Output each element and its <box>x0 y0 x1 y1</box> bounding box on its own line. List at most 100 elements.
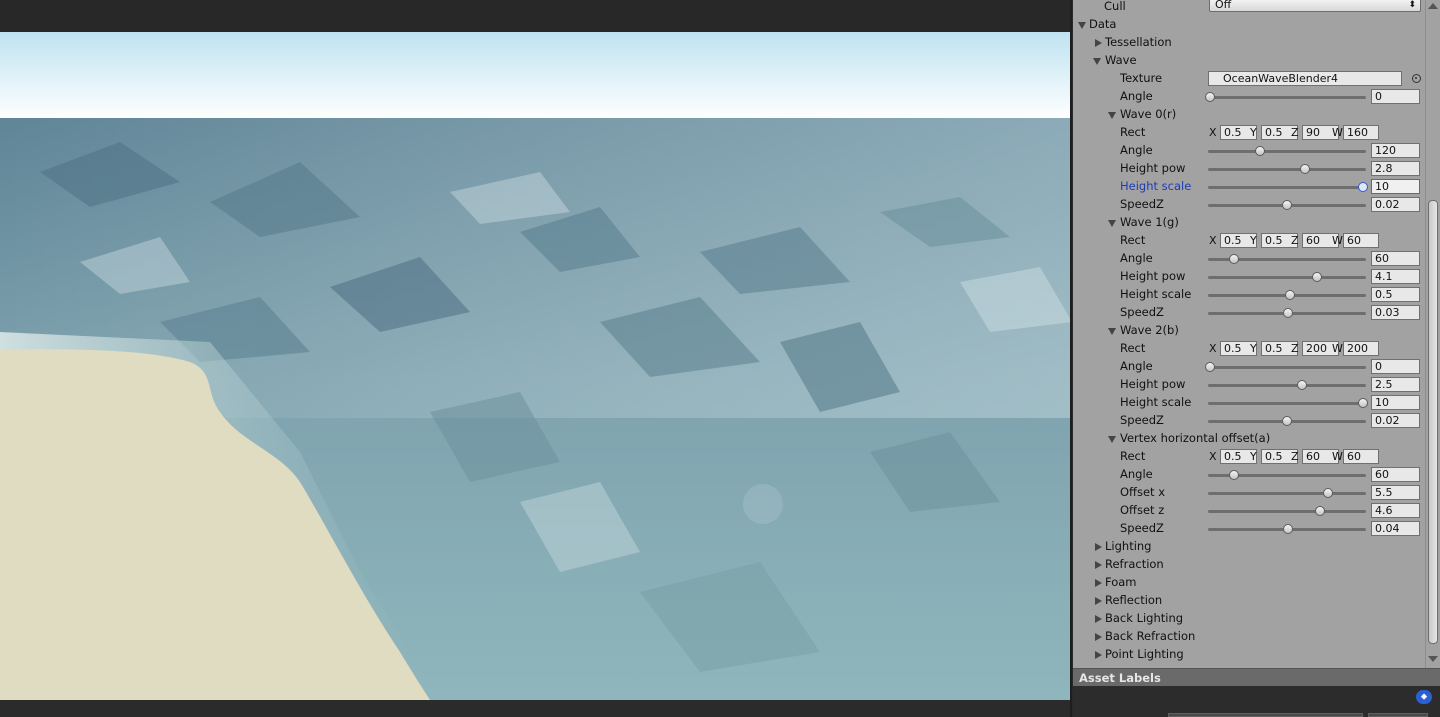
speedz-value-field[interactable]: 0.04 <box>1371 521 1420 536</box>
wave-group-foldout[interactable]: Wave 2(b) <box>1073 322 1425 340</box>
rect-w-field[interactable]: 60 <box>1343 233 1379 248</box>
scroll-up-arrow-icon[interactable] <box>1428 3 1438 9</box>
data-label: Data <box>1089 17 1117 31</box>
speedz-slider-knob[interactable] <box>1281 416 1292 426</box>
object-picker-icon[interactable] <box>1412 74 1421 83</box>
wave-foldout[interactable]: Wave <box>1073 52 1425 70</box>
scene-status-bar <box>0 700 1072 717</box>
speedz-value-field[interactable]: 0.02 <box>1371 413 1420 428</box>
height-pow-label: Height pow <box>1120 377 1186 391</box>
height-pow-slider-track[interactable] <box>1208 168 1366 171</box>
asset-bundle-field[interactable] <box>1168 713 1363 717</box>
back-lighting-foldout[interactable]: Back Lighting <box>1073 610 1425 628</box>
rect-w-field[interactable]: 60 <box>1343 449 1379 464</box>
back-refraction-foldout[interactable]: Back Refraction <box>1073 628 1425 646</box>
offset-x-value-field[interactable]: 5.5 <box>1371 485 1420 500</box>
height-scale-value-field[interactable]: 10 <box>1371 179 1420 194</box>
angle-value-field[interactable]: 60 <box>1371 251 1420 266</box>
rect-y-axis-label: Y <box>1250 342 1257 355</box>
height-scale-value-field[interactable]: 10 <box>1371 395 1420 410</box>
panel-divider[interactable] <box>1070 0 1072 717</box>
angle-slider-knob[interactable] <box>1229 470 1240 480</box>
foldout-expanded-icon <box>1108 112 1116 119</box>
height-scale-value-field[interactable]: 0.5 <box>1371 287 1420 302</box>
height-scale-label: Height scale <box>1120 287 1192 301</box>
foldout-expanded-icon <box>1108 328 1116 335</box>
speedz-slider-knob[interactable] <box>1283 308 1294 318</box>
speedz-value-field[interactable]: 0.03 <box>1371 305 1420 320</box>
angle-slider-knob[interactable] <box>1255 146 1266 156</box>
height-pow-slider-knob[interactable] <box>1299 164 1310 174</box>
foam-label: Foam <box>1105 575 1137 589</box>
texture-label: Texture <box>1120 71 1163 85</box>
speedz-slider-knob[interactable] <box>1281 200 1292 210</box>
height-scale-slider-knob[interactable] <box>1358 182 1368 192</box>
texture-field[interactable]: OceanWaveBlender4 <box>1208 71 1402 86</box>
refraction-foldout[interactable]: Refraction <box>1073 556 1425 574</box>
angle-slider-track[interactable] <box>1208 366 1366 369</box>
scene-viewport[interactable] <box>0 0 1072 717</box>
height-pow-slider-knob[interactable] <box>1312 272 1323 282</box>
rect-x-axis-label: X <box>1209 234 1217 247</box>
offset-x-slider-knob[interactable] <box>1322 488 1333 498</box>
ocean-render[interactable] <box>0 32 1072 700</box>
rect-w-field[interactable]: 200 <box>1343 341 1379 356</box>
speedz-row: SpeedZ 0.02 <box>1073 412 1425 430</box>
tessellation-foldout[interactable]: Tessellation <box>1073 34 1425 52</box>
height-pow-value-field[interactable]: 2.8 <box>1371 161 1420 176</box>
foldout-collapsed-icon <box>1095 579 1102 587</box>
inspector-scrollbar[interactable] <box>1425 0 1440 668</box>
tag-icon[interactable]: ⬥ <box>1416 690 1432 704</box>
data-foldout[interactable]: Data <box>1073 16 1425 34</box>
rect-w-axis-label: W <box>1332 450 1343 463</box>
speedz-slider-knob[interactable] <box>1283 524 1294 534</box>
angle-slider-knob[interactable] <box>1205 362 1215 372</box>
offset-z-label: Offset z <box>1120 503 1165 517</box>
angle-value-field[interactable]: 60 <box>1371 467 1420 482</box>
height-pow-slider-track[interactable] <box>1208 276 1366 279</box>
point-lighting-foldout[interactable]: Point Lighting <box>1073 646 1425 664</box>
angle-slider-track[interactable] <box>1208 96 1366 99</box>
height-pow-value-field[interactable]: 4.1 <box>1371 269 1420 284</box>
height-scale-row: Height scale 0.5 <box>1073 286 1425 304</box>
angle-label: Angle <box>1120 251 1153 265</box>
foam-foldout[interactable]: Foam <box>1073 574 1425 592</box>
wave-group-foldout[interactable]: Wave 1(g) <box>1073 214 1425 232</box>
wave-group-foldout[interactable]: Vertex horizontal offset(a) <box>1073 430 1425 448</box>
wave-label: Wave <box>1105 53 1137 67</box>
height-pow-value-field[interactable]: 2.5 <box>1371 377 1420 392</box>
angle-value-field[interactable]: 0 <box>1371 89 1420 104</box>
height-pow-slider-track[interactable] <box>1208 384 1366 387</box>
scrollbar-thumb[interactable] <box>1428 200 1438 644</box>
angle-slider-knob[interactable] <box>1229 254 1240 264</box>
rect-label: Rect <box>1120 449 1146 463</box>
wave-group-foldout[interactable]: Wave 0(r) <box>1073 106 1425 124</box>
dropdown-arrow-icon: ⬍ <box>1408 0 1416 10</box>
height-scale-slider-track[interactable] <box>1208 402 1366 405</box>
inspector-panel: Cull Off ⬍ Data Tessellation Wave Textur… <box>1073 0 1440 717</box>
offset-z-value-field[interactable]: 4.6 <box>1371 503 1420 518</box>
rect-w-field[interactable]: 160 <box>1343 125 1379 140</box>
cull-dropdown[interactable]: Off ⬍ <box>1209 0 1421 12</box>
height-scale-slider-knob[interactable] <box>1284 290 1295 300</box>
reflection-foldout[interactable]: Reflection <box>1073 592 1425 610</box>
speedz-value-field[interactable]: 0.02 <box>1371 197 1420 212</box>
height-scale-slider-track[interactable] <box>1208 186 1366 189</box>
scroll-down-arrow-icon[interactable] <box>1428 656 1438 662</box>
angle-slider-track[interactable] <box>1208 150 1366 153</box>
angle-label: Angle <box>1120 467 1153 481</box>
lighting-foldout[interactable]: Lighting <box>1073 538 1425 556</box>
offset-x-slider-track[interactable] <box>1208 492 1366 495</box>
height-scale-slider-knob[interactable] <box>1358 398 1368 408</box>
foldout-expanded-icon <box>1093 58 1101 65</box>
angle-value-field[interactable]: 0 <box>1371 359 1420 374</box>
asset-variant-field[interactable] <box>1368 713 1428 717</box>
rect-z-axis-label: Z <box>1291 450 1299 463</box>
foldout-collapsed-icon <box>1095 597 1102 605</box>
offset-z-slider-track[interactable] <box>1208 510 1366 513</box>
offset-z-slider-knob[interactable] <box>1315 506 1326 516</box>
angle-value-field[interactable]: 120 <box>1371 143 1420 158</box>
angle-slider-knob[interactable] <box>1205 92 1215 102</box>
height-pow-slider-knob[interactable] <box>1296 380 1307 390</box>
asset-labels-header[interactable]: Asset Labels <box>1073 668 1440 686</box>
